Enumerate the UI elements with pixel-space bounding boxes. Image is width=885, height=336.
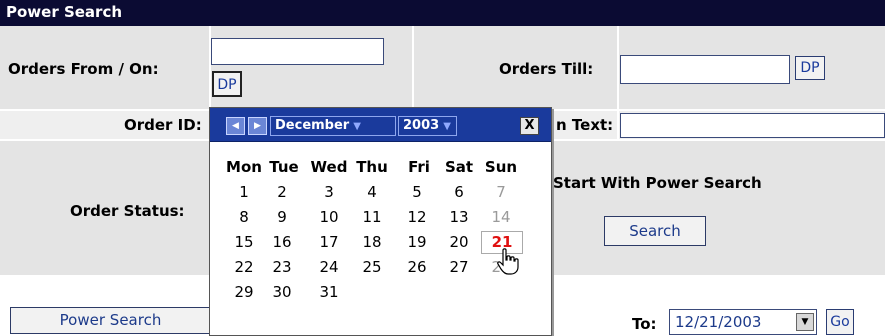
to-date-select[interactable]: 12/21/2003 ▼	[669, 309, 817, 335]
next-month-button[interactable]: ▶	[248, 117, 267, 135]
search-text-input[interactable]	[620, 113, 885, 138]
orders-till-datepicker-button[interactable]: DP	[795, 56, 825, 80]
calendar-day[interactable]: 27	[437, 258, 481, 276]
calendar-day[interactable]: 23	[260, 258, 304, 276]
calendar-day[interactable]: 13	[437, 208, 481, 226]
calendar-day[interactable]: 7	[479, 183, 523, 201]
weekday-label: Mon	[226, 158, 262, 176]
weekday-label: Sun	[484, 158, 518, 176]
calendar-day[interactable]: 17	[307, 233, 351, 251]
hand-cursor-icon	[497, 248, 519, 275]
calendar-day[interactable]: 20	[437, 233, 481, 251]
calendar-popup[interactable]: ◀ ▶ December ▼ 2003 ▼ X Mon Tue Wed Thu Fr…	[209, 107, 552, 336]
calendar-day[interactable]: 11	[350, 208, 394, 226]
calendar-day[interactable]: 5	[395, 183, 439, 201]
orders-from-datepicker-button[interactable]: DP	[212, 71, 242, 97]
calendar-day[interactable]: 25	[350, 258, 394, 276]
orders-till-input[interactable]	[620, 55, 790, 84]
year-value: 2003	[403, 118, 440, 133]
calendar-day[interactable]: 26	[395, 258, 439, 276]
column-divider	[617, 26, 619, 140]
power-search-header: Power Search	[0, 0, 885, 26]
calendar-day[interactable]: 10	[307, 208, 351, 226]
search-text-label: n Text:	[556, 116, 614, 134]
weekday-label: Fri	[408, 158, 430, 176]
calendar-day[interactable]: 14	[479, 208, 523, 226]
calendar-day[interactable]: 6	[437, 183, 481, 201]
calendar-week: 29 30 31	[222, 283, 547, 308]
chevron-down-icon[interactable]: ▼	[796, 313, 814, 331]
calendar-day[interactable]: 3	[307, 183, 351, 201]
calendar-header: ◀ ▶ December ▼ 2003 ▼ X	[210, 108, 551, 142]
calendar-day[interactable]: 16	[260, 233, 304, 251]
calendar-week: 1 2 3 4 5 6 7	[222, 183, 547, 208]
to-date-value: 12/21/2003	[675, 313, 762, 331]
chevron-down-icon: ▼	[353, 121, 361, 132]
calendar-day[interactable]: 2	[260, 183, 304, 201]
calendar-grid: Mon Tue Wed Thu Fri Sat Sun 1 2 3 4 5 6 …	[222, 158, 547, 308]
calendar-day[interactable]: 19	[395, 233, 439, 251]
calendar-day[interactable]: 12	[395, 208, 439, 226]
to-label: To:	[632, 315, 657, 333]
weekday-label: Tue	[269, 158, 299, 176]
order-status-label: Order Status:	[70, 202, 185, 220]
month-select[interactable]: December ▼	[270, 116, 396, 136]
calendar-day[interactable]: 9	[260, 208, 304, 226]
order-id-label: Order ID:	[124, 116, 202, 134]
power-search-hint: Start With Power Search	[553, 174, 762, 192]
close-icon[interactable]: X	[520, 117, 539, 135]
weekday-label: Sat	[444, 158, 474, 176]
year-select[interactable]: 2003 ▼	[398, 116, 457, 136]
calendar-day[interactable]: 31	[307, 283, 351, 301]
search-button[interactable]: Search	[604, 216, 706, 246]
calendar-day[interactable]: 4	[350, 183, 394, 201]
calendar-day[interactable]: 30	[260, 283, 304, 301]
prev-month-button[interactable]: ◀	[226, 117, 245, 135]
weekday-label: Thu	[356, 158, 388, 176]
go-button[interactable]: Go	[826, 309, 854, 335]
orders-till-label: Orders Till:	[499, 60, 594, 78]
calendar-week: 8 9 10 11 12 13 14	[222, 208, 547, 233]
month-value: December	[275, 118, 350, 133]
weekday-label: Wed	[310, 158, 348, 176]
calendar-day[interactable]: 24	[307, 258, 351, 276]
calendar-day[interactable]: 18	[350, 233, 394, 251]
power-search-button[interactable]: Power Search	[10, 307, 211, 334]
weekday-header-row: Mon Tue Wed Thu Fri Sat Sun	[222, 158, 547, 183]
orders-from-input[interactable]	[211, 38, 384, 65]
chevron-down-icon: ▼	[443, 121, 451, 132]
orders-from-label: Orders From / On:	[8, 60, 159, 78]
panel-title: Power Search	[6, 3, 123, 21]
